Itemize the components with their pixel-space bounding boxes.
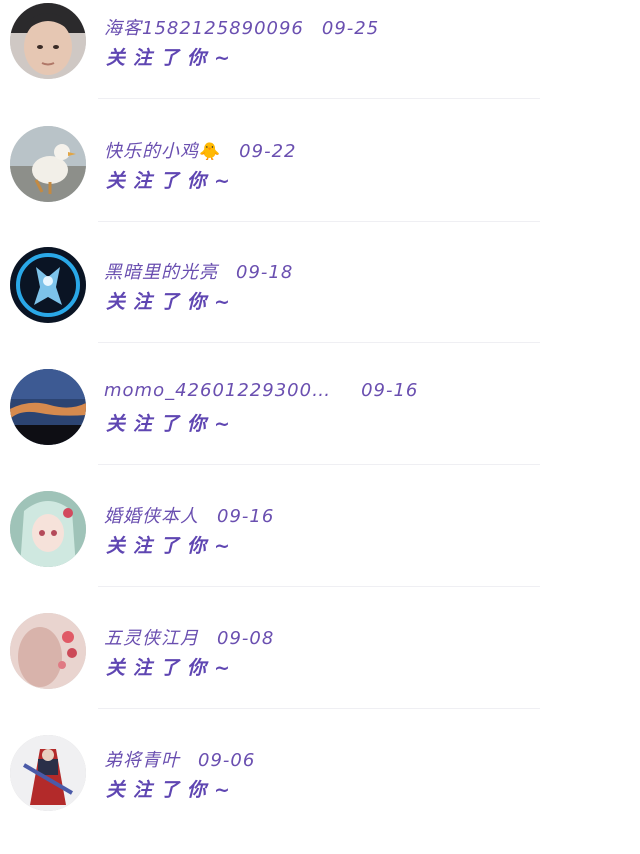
username[interactable]: 快乐的小鸡: [104, 141, 199, 162]
follow-notification-list: 海客1582125890096 09-25 关注了你~ 快乐的小鸡🐥 09-22 关…: [0, 0, 640, 824]
notification-date: 09-22: [239, 141, 297, 162]
notification-item[interactable]: 黑暗里的光亮 09-18 关注了你~: [0, 244, 640, 366]
divider: [98, 221, 540, 222]
notification-message: 关注了你~: [106, 413, 238, 435]
notification-date: 09-25: [321, 18, 380, 39]
notification-title: momo_42601229300… 09-16: [104, 380, 418, 401]
notification-title: 快乐的小鸡🐥 09-22: [104, 137, 296, 163]
notification-message: 关注了你~: [106, 170, 238, 192]
username[interactable]: 黑暗里的光亮: [104, 262, 218, 283]
divider: [98, 586, 540, 587]
notification-title: 黑暗里的光亮 09-18: [104, 258, 293, 284]
notification-title: 婚婚侠本人 09-16: [104, 502, 274, 528]
divider: [98, 464, 540, 465]
notification-title: 五灵侠江月 09-08: [104, 624, 274, 650]
notification-item[interactable]: 快乐的小鸡🐥 09-22 关注了你~: [0, 123, 640, 245]
notification-message: 关注了你~: [106, 779, 238, 801]
notification-title: 弟将青叶 09-06: [104, 746, 255, 772]
notification-item[interactable]: 五灵侠江月 09-08 关注了你~: [0, 610, 640, 732]
notification-title: 海客1582125890096 09-25: [104, 14, 379, 40]
chick-emoji-icon: 🐥: [199, 142, 222, 162]
avatar[interactable]: [10, 126, 86, 202]
notification-date: 09-08: [217, 628, 275, 649]
username[interactable]: 五灵侠江月: [104, 628, 199, 649]
username[interactable]: 弟将青叶: [104, 750, 180, 771]
avatar[interactable]: [10, 3, 86, 79]
username[interactable]: 海客1582125890096: [104, 18, 304, 39]
notification-message: 关注了你~: [106, 47, 238, 69]
notification-date: 09-06: [198, 750, 256, 771]
avatar[interactable]: [10, 491, 86, 567]
divider: [98, 708, 540, 709]
avatar[interactable]: [10, 613, 86, 689]
notification-item[interactable]: 弟将青叶 09-06 关注了你~: [0, 732, 640, 854]
divider: [98, 342, 540, 343]
avatar[interactable]: [10, 735, 86, 811]
username[interactable]: momo_42601229300…: [104, 380, 331, 401]
avatar[interactable]: [10, 369, 86, 445]
notification-date: 09-18: [236, 262, 294, 283]
divider: [98, 98, 540, 99]
notification-message: 关注了你~: [106, 535, 238, 557]
notification-item[interactable]: 婚婚侠本人 09-16 关注了你~: [0, 488, 640, 610]
notification-date: 09-16: [361, 380, 419, 401]
notification-date: 09-16: [217, 506, 275, 527]
avatar[interactable]: [10, 247, 86, 323]
notification-item[interactable]: momo_42601229300… 09-16 关注了你~: [0, 366, 640, 488]
notification-message: 关注了你~: [106, 657, 238, 679]
notification-message: 关注了你~: [106, 291, 238, 313]
notification-item[interactable]: 海客1582125890096 09-25 关注了你~: [0, 0, 640, 122]
username[interactable]: 婚婚侠本人: [104, 506, 199, 527]
